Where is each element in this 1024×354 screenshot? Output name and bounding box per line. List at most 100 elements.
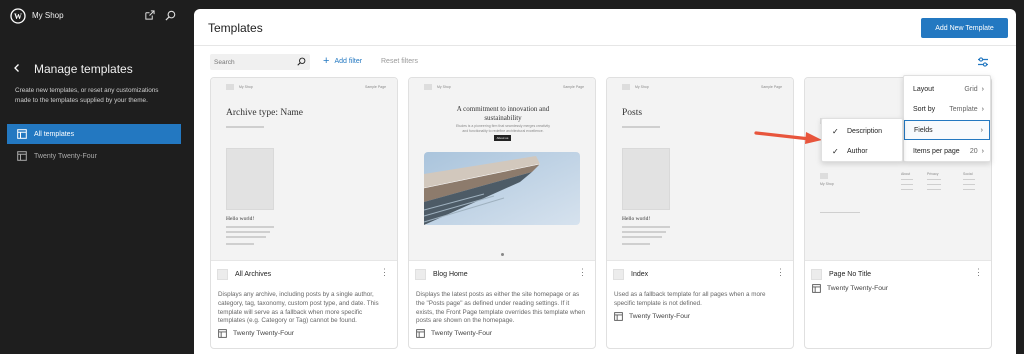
sidebar-item-twenty-twenty-four[interactable]: Twenty Twenty-Four — [7, 146, 181, 166]
more-options-icon[interactable]: ⋮ — [776, 268, 785, 277]
template-icon — [416, 329, 425, 338]
sidebar: W My Shop Manage templates Create new te… — [0, 0, 194, 354]
card-thumbnail — [217, 269, 228, 280]
preview-text-line — [927, 184, 941, 185]
preview-text-line — [226, 231, 270, 233]
search-input[interactable] — [214, 57, 294, 67]
preview-text-line — [226, 243, 254, 245]
template-preview[interactable]: My Shop Sample Page A commitment to inno… — [409, 78, 595, 261]
preview-text-line — [622, 126, 660, 128]
template-card-blog-home[interactable]: My Shop Sample Page A commitment to inno… — [408, 77, 596, 349]
card-author: Twenty Twenty-Four — [614, 312, 690, 321]
preview-nav-link: Sample Page — [563, 85, 585, 89]
menu-item-value: 20 — [969, 147, 978, 155]
preview-text-line — [901, 189, 913, 190]
menu-item-layout[interactable]: Layout Grid › — [904, 79, 990, 99]
add-new-template-button[interactable]: Add New Template — [921, 18, 1008, 38]
svg-text:W: W — [14, 12, 22, 21]
more-options-icon[interactable]: ⋮ — [380, 268, 389, 277]
preview-text-line — [963, 184, 975, 185]
menu-item-label: Sort by — [913, 105, 936, 113]
preview-nav-link: Sample Page — [761, 85, 783, 89]
menu-item-value: Template — [949, 105, 978, 113]
template-icon — [17, 151, 27, 161]
template-icon — [812, 284, 821, 293]
card-title[interactable]: Blog Home — [433, 271, 468, 278]
chevron-right-icon: › — [980, 126, 983, 134]
preview-text-line — [927, 189, 941, 190]
panel-header: Templates Add New Template — [194, 9, 1016, 46]
preview-footer-col: Social — [963, 172, 973, 176]
preview-logo — [424, 84, 432, 90]
preview-button: About us — [494, 135, 511, 141]
menu-item-fields[interactable]: Fields › — [904, 120, 990, 140]
add-filter-button[interactable]: + Add filter — [323, 55, 363, 67]
menu-item-sort-by[interactable]: Sort by Template › — [904, 99, 990, 119]
reset-filters-button[interactable]: Reset filters — [381, 58, 418, 65]
preview-heading: Posts — [622, 108, 643, 118]
preview-image-placeholder — [622, 148, 670, 210]
search-icon[interactable] — [165, 10, 176, 21]
preview-site-name: My Shop — [437, 85, 451, 89]
chevron-right-icon: › — [981, 85, 984, 93]
sidebar-item-all-templates[interactable]: All templates — [7, 124, 181, 144]
field-toggle-author[interactable]: ✓ Author — [822, 141, 902, 161]
template-preview[interactable]: My Shop Sample Page Posts Hello world! — [607, 78, 793, 261]
card-author-label: Twenty Twenty-Four — [827, 285, 889, 292]
field-label: Author — [847, 147, 868, 155]
menu-item-label: Fields — [914, 126, 933, 134]
template-card-all-archives[interactable]: My Shop Sample Page Archive type: Name H… — [210, 77, 398, 349]
view-options-icon[interactable] — [976, 55, 990, 69]
sidebar-description: Create new templates, or reset any custo… — [15, 87, 159, 104]
more-options-icon[interactable]: ⋮ — [974, 268, 983, 277]
page-title: Templates — [208, 21, 263, 35]
wordpress-logo-icon[interactable]: W — [10, 8, 26, 24]
template-card-index[interactable]: My Shop Sample Page Posts Hello world! I… — [606, 77, 794, 349]
preview-footer-col: Privacy — [927, 172, 939, 176]
preview-architecture-image — [424, 152, 580, 225]
templates-panel: Templates Add New Template + Add filter … — [194, 9, 1016, 354]
menu-item-value: Grid — [964, 85, 978, 93]
menu-item-label: Layout — [913, 85, 935, 93]
search-icon — [297, 57, 306, 66]
card-title[interactable]: All Archives — [235, 271, 271, 278]
preview-logo — [622, 84, 630, 90]
preview-post-title: Hello world! — [622, 216, 651, 222]
plus-icon: + — [323, 55, 330, 67]
preview-nav-link: Sample Page — [365, 85, 387, 89]
card-title[interactable]: Page No Title — [829, 271, 871, 278]
template-preview[interactable]: My Shop Sample Page Archive type: Name H… — [211, 78, 397, 261]
filter-bar: + Add filter Reset filters — [210, 54, 1010, 74]
preview-image-placeholder — [226, 148, 274, 210]
back-chevron-icon[interactable] — [10, 61, 24, 75]
sidebar-item-label: Twenty Twenty-Four — [34, 152, 97, 160]
more-options-icon[interactable]: ⋮ — [578, 268, 587, 277]
site-name[interactable]: My Shop — [32, 11, 64, 20]
sidebar-title: Manage templates — [34, 62, 133, 76]
card-thumbnail — [613, 269, 624, 280]
menu-item-items-per-page[interactable]: Items per page 20 › — [904, 141, 990, 161]
card-thumbnail — [415, 269, 426, 280]
menu-item-label: Items per page — [913, 147, 960, 155]
card-thumbnail — [811, 269, 822, 280]
card-title[interactable]: Index — [631, 271, 648, 278]
field-toggle-description[interactable]: ✓ Description — [822, 121, 902, 141]
search-field[interactable] — [210, 54, 310, 70]
card-author: Twenty Twenty-Four — [416, 329, 492, 338]
chevron-right-icon: › — [981, 147, 984, 155]
card-author: Twenty Twenty-Four — [812, 284, 888, 293]
template-icon — [17, 129, 27, 139]
preview-text-line — [226, 226, 274, 228]
check-icon: ✓ — [832, 146, 839, 156]
preview-site-name: My Shop — [239, 85, 253, 89]
template-icon — [218, 329, 227, 338]
external-link-icon[interactable] — [144, 10, 155, 21]
preview-subtext: Etudes is a pioneering firm that seamles… — [456, 124, 550, 133]
card-description: Displays the latest posts as either the … — [416, 291, 586, 325]
preview-heading: Archive type: Name — [226, 108, 304, 118]
preview-post-title: Hello world! — [226, 216, 255, 222]
add-filter-label: Add filter — [334, 58, 363, 65]
preview-footer-logo — [820, 173, 828, 179]
annotation-arrow-icon — [754, 131, 822, 144]
view-options-menu: Layout Grid › Sort by Template › Fields … — [903, 75, 991, 162]
